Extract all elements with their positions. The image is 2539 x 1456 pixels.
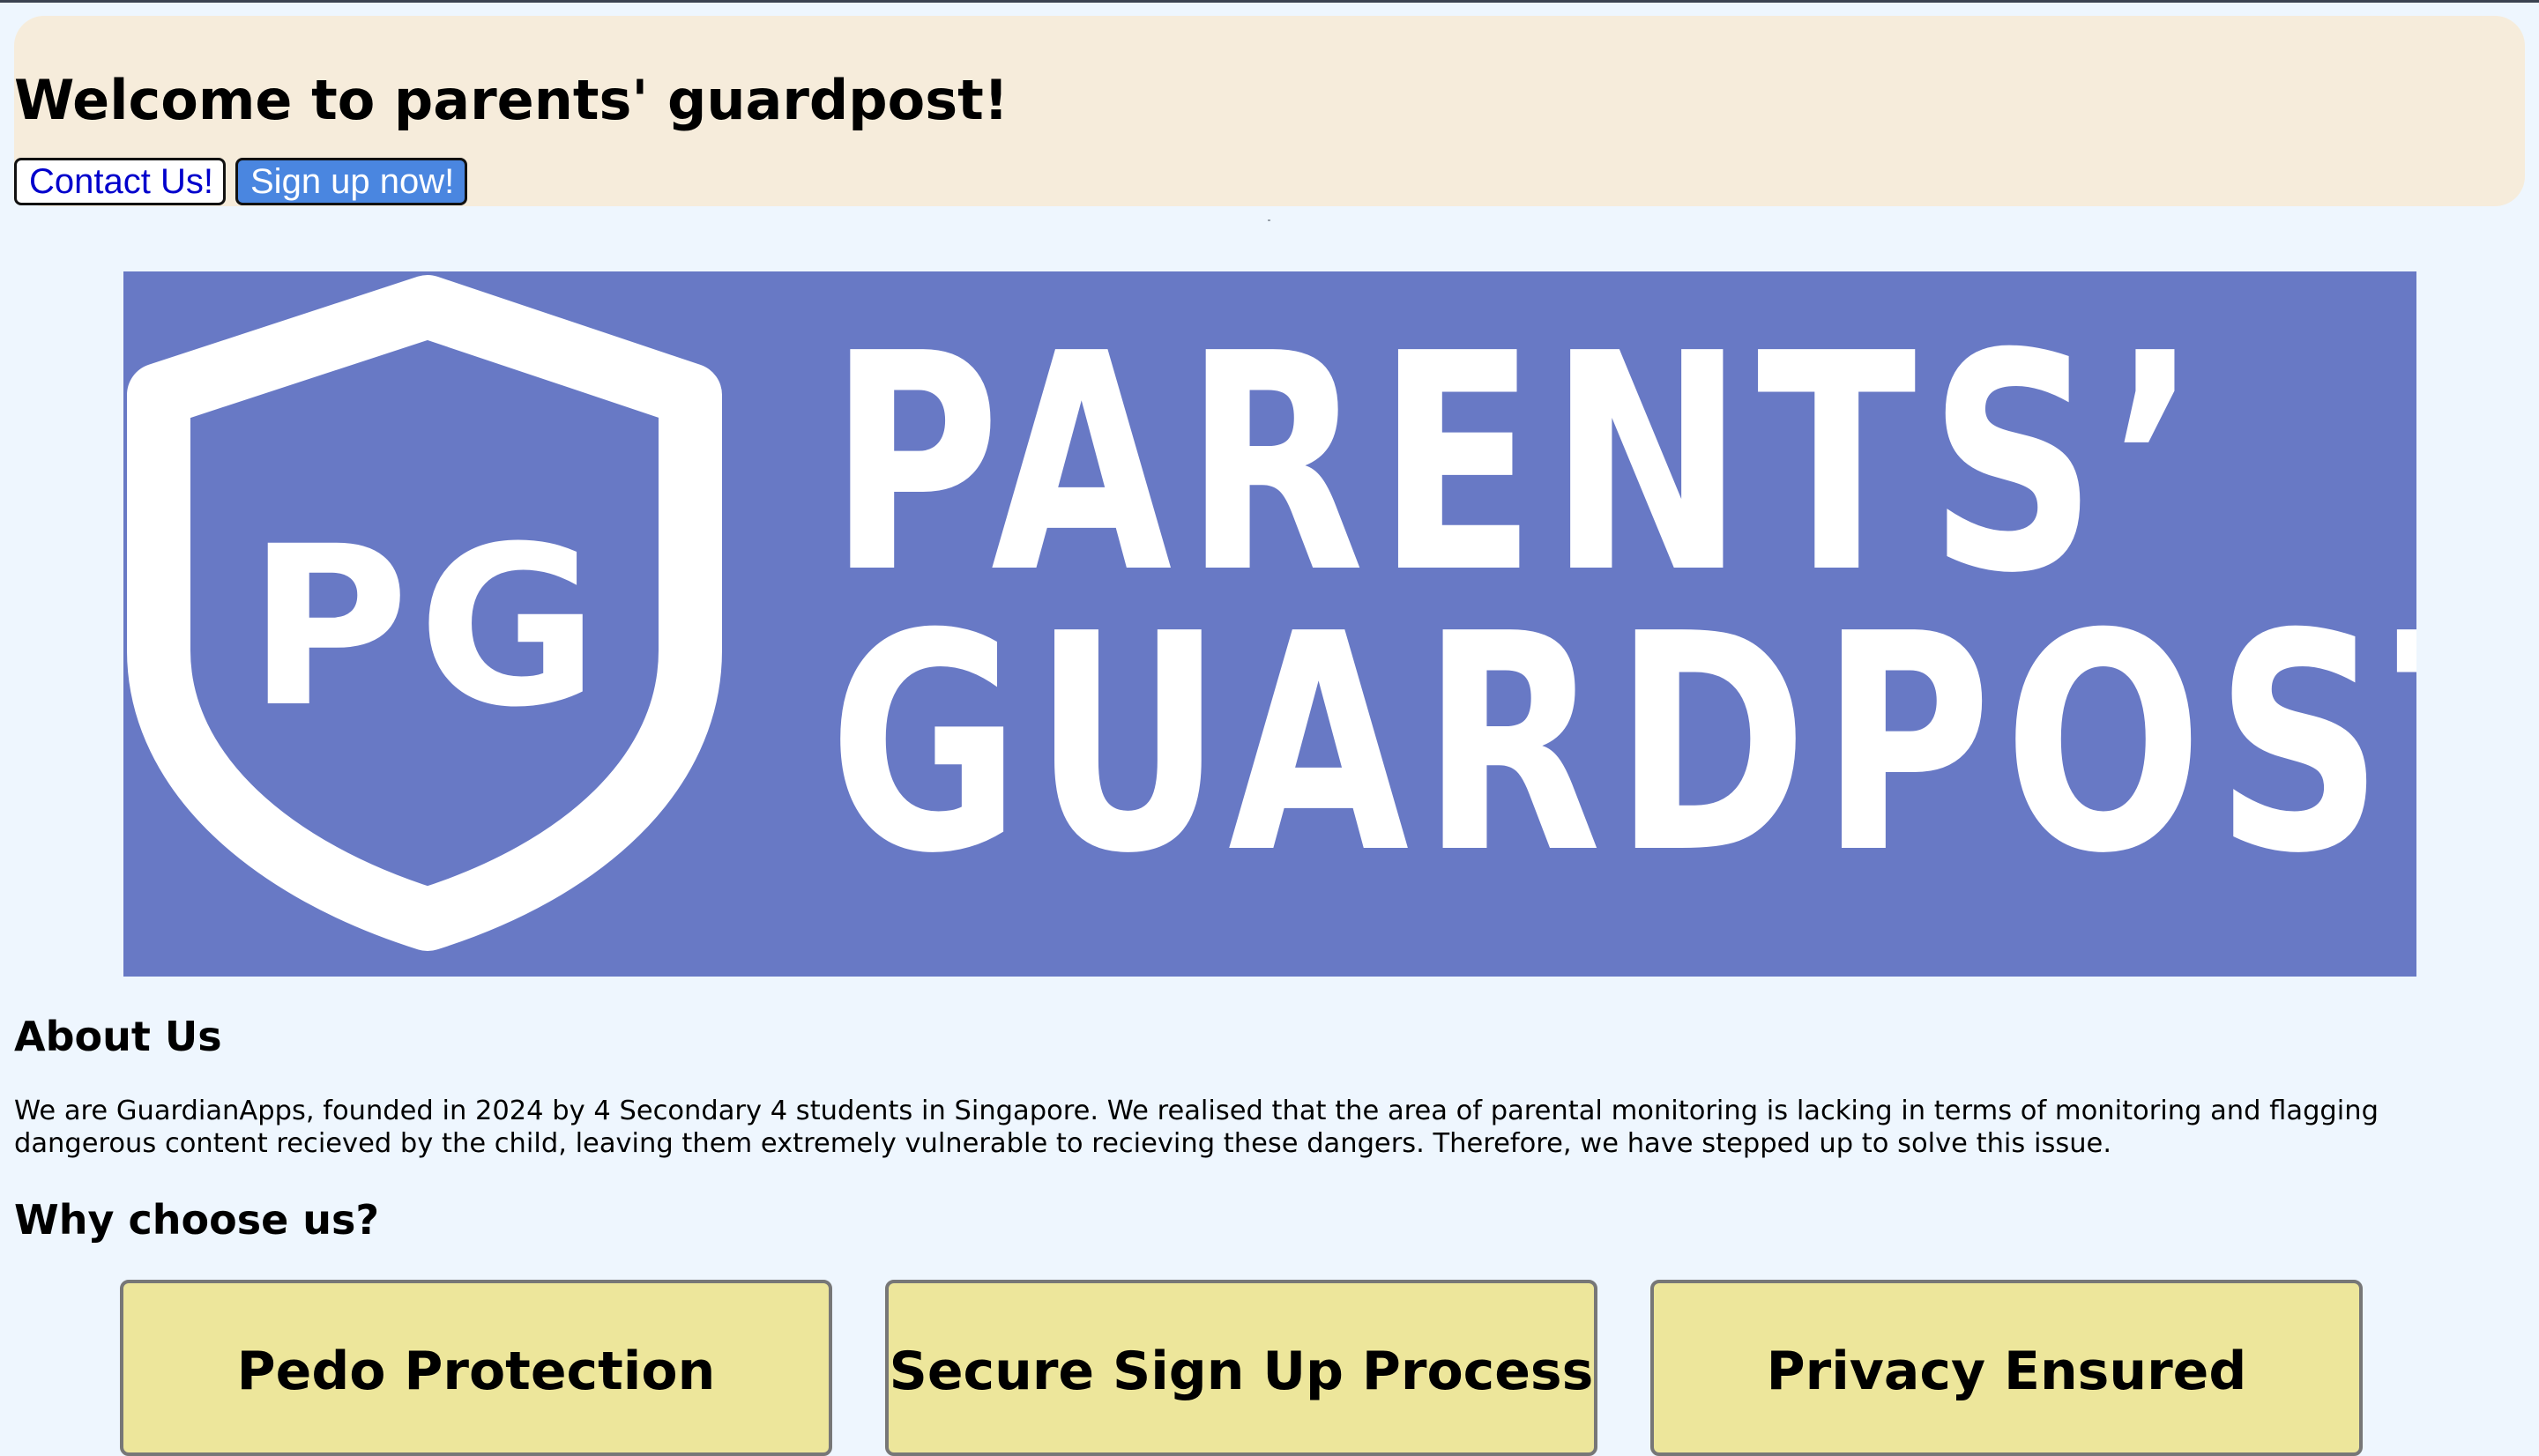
page-title: Welcome to parents' guardpost! (14, 68, 1009, 132)
shield-initials: PG (248, 499, 607, 755)
about-heading: About Us (14, 1013, 222, 1060)
contact-us-button[interactable]: Contact Us! (14, 158, 226, 205)
shield-icon: PG (127, 275, 722, 951)
feature-card-privacy: Privacy Ensured (1650, 1280, 2363, 1456)
feature-card-secure-sign-up: Secure Sign Up Process (885, 1280, 1597, 1456)
feature-card-pedo-protection: Pedo Protection (120, 1280, 832, 1456)
feature-card-title: Privacy Ensured (1766, 1341, 2247, 1402)
logo-line-2: GUARDPOST (829, 570, 2416, 919)
why-heading: Why choose us? (14, 1196, 380, 1244)
feature-card-title: Pedo Protection (236, 1341, 716, 1402)
divider-dot (1268, 219, 1270, 221)
sign-up-button[interactable]: Sign up now! (235, 158, 467, 205)
top-border (0, 0, 2539, 3)
logo-line-1: PARENTS’ (829, 290, 2211, 639)
logo-wordmark: PARENTS’ GUARDPOST (829, 290, 2416, 919)
logo-banner: PG PARENTS’ GUARDPOST (123, 271, 2416, 977)
feature-card-title: Secure Sign Up Process (889, 1341, 1594, 1402)
about-text: We are GuardianApps, founded in 2024 by … (14, 1096, 2379, 1159)
